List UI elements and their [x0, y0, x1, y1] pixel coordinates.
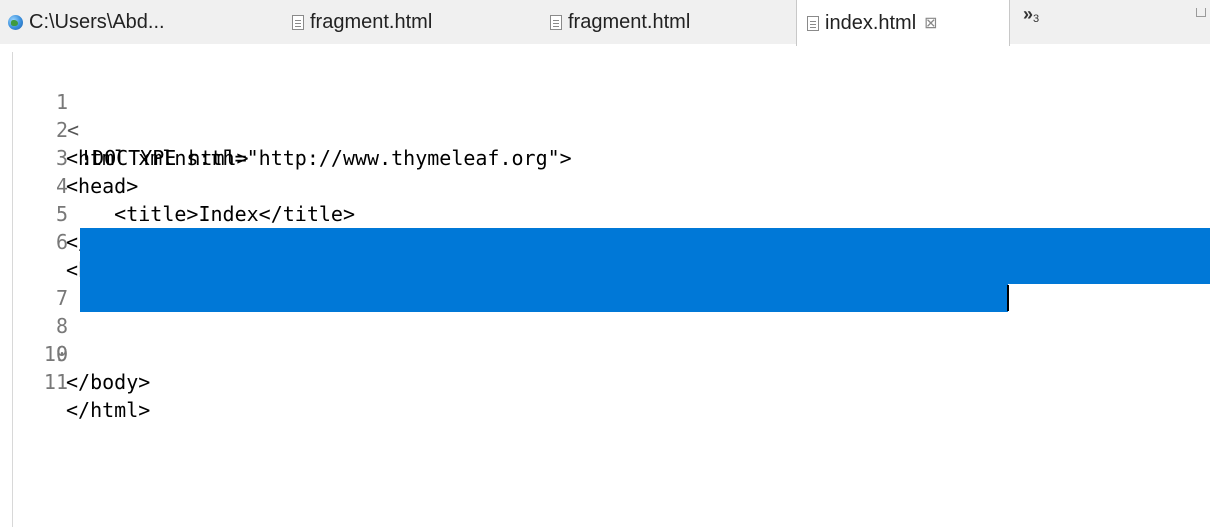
chevron-overflow-icon: » — [1023, 4, 1034, 24]
code-line-selected: 9 <div th:replace="fragments/fragment ::… — [0, 284, 1210, 394]
code-text: </body> — [66, 370, 151, 394]
tab-fragment-2[interactable]: fragment.html — [550, 0, 690, 44]
code-text: </html> — [66, 398, 151, 422]
selection-highlight — [80, 284, 1008, 312]
tab-browser[interactable]: C:\Users\Abd... — [8, 0, 165, 44]
file-icon — [807, 15, 819, 31]
code-line-selected: 8 <h2>Welcome To Tutorial 6 APAP</h2> — [0, 256, 1210, 366]
minimize-icon[interactable] — [1196, 8, 1206, 17]
tab-label: fragment.html — [568, 10, 691, 33]
code-line: 2 <html xmlns:th="http://www.thymeleaf.o… — [0, 88, 1210, 170]
code-line: 11 </html> — [0, 340, 1210, 422]
file-icon — [550, 14, 562, 30]
close-tab-icon[interactable]: ⊠ — [924, 13, 937, 33]
code-editor[interactable]: 1 < !DOCTYPE html> 2 <html xmlns:th="htt… — [0, 52, 1210, 527]
code-line: 5 </head> — [0, 172, 1210, 254]
text-caret — [1007, 285, 1009, 311]
code-line: 4 <title>Index</title> — [0, 144, 1210, 226]
code-line-selected: 7 <div th:replace="fragments/fragment ::… — [0, 228, 1210, 366]
tab-index[interactable]: index.html ⊠ — [796, 0, 1010, 46]
tab-label: index.html — [825, 11, 917, 34]
code-line: 1 < !DOCTYPE html> — [0, 60, 1210, 170]
tab-label: fragment.html — [310, 10, 433, 33]
selection-highlight — [80, 228, 1210, 256]
code-text: <div th:replace="fragments/fragment :: f… — [66, 370, 753, 394]
editor-window: C:\Users\Abd... fragment.html fragment.h… — [0, 0, 1210, 527]
code-line: 6 <body> — [0, 200, 1210, 282]
tab-overflow-button[interactable]: »3 — [1023, 0, 1039, 48]
selection-highlight — [80, 256, 1210, 284]
globe-icon — [8, 14, 23, 30]
line-number: 11 — [43, 370, 68, 394]
file-icon — [292, 14, 304, 30]
overflow-count: 3 — [1033, 13, 1040, 25]
tab-label: C:\Users\Abd... — [29, 10, 165, 33]
tab-bar: C:\Users\Abd... fragment.html fragment.h… — [0, 0, 1210, 46]
code-line: 10 </body> — [0, 312, 1210, 394]
code-line: 3 <head> — [0, 116, 1210, 198]
tab-fragment-1[interactable]: fragment.html — [292, 0, 432, 44]
